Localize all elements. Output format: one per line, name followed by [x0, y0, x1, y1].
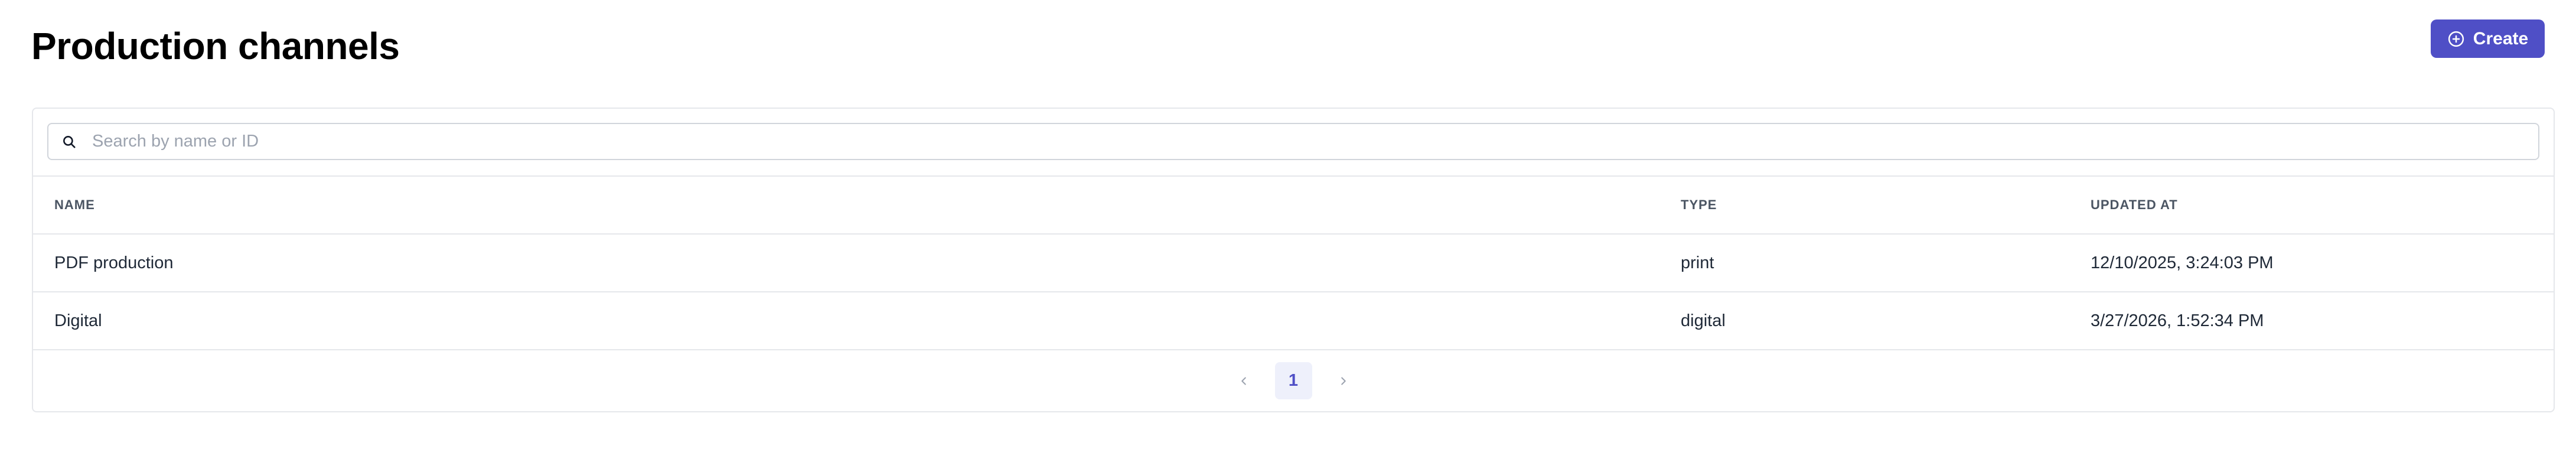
- search-row: [33, 109, 2554, 177]
- column-header-type[interactable]: TYPE: [1681, 177, 1717, 233]
- row-type: digital: [1681, 311, 1726, 330]
- channels-table: NAME TYPE UPDATED AT PDF production prin…: [33, 177, 2554, 350]
- table-header: NAME TYPE UPDATED AT: [33, 177, 2554, 235]
- plus-circle-icon: [2447, 30, 2465, 48]
- search-input[interactable]: [91, 131, 2538, 152]
- search-box[interactable]: [47, 123, 2539, 160]
- table-row[interactable]: PDF production print 12/10/2025, 3:24:03…: [33, 235, 2554, 292]
- page-header: Production channels Create: [31, 18, 2545, 71]
- column-header-updated-at[interactable]: UPDATED AT: [2091, 177, 2178, 233]
- column-header-name[interactable]: NAME: [54, 177, 95, 233]
- create-button[interactable]: Create: [2431, 19, 2545, 58]
- row-updated-at: 12/10/2025, 3:24:03 PM: [2091, 253, 2274, 272]
- chevron-left-icon[interactable]: [1235, 372, 1253, 390]
- row-name[interactable]: PDF production: [54, 235, 174, 291]
- create-button-label: Create: [2473, 28, 2529, 48]
- row-name[interactable]: Digital: [54, 292, 102, 349]
- page-number-current[interactable]: 1: [1274, 362, 1312, 399]
- page-title: Production channels: [31, 25, 400, 67]
- chevron-right-icon[interactable]: [1335, 372, 1352, 390]
- search-icon: [61, 134, 77, 149]
- row-type: print: [1681, 253, 1714, 272]
- row-updated-at: 3/27/2026, 1:52:34 PM: [2091, 311, 2264, 330]
- channels-card: NAME TYPE UPDATED AT PDF production prin…: [32, 108, 2555, 412]
- table-row[interactable]: Digital digital 3/27/2026, 1:52:34 PM: [33, 292, 2554, 350]
- pagination: 1: [33, 350, 2554, 411]
